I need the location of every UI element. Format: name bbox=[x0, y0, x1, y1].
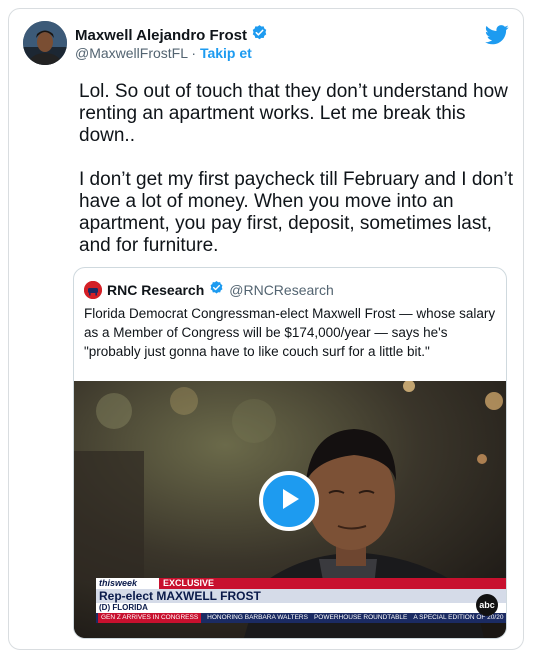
quote-author-avatar[interactable] bbox=[84, 281, 102, 299]
news-ticker: GEN Z ARRIVES IN CONGRESS HONORING BARBA… bbox=[96, 613, 506, 623]
verified-badge-icon bbox=[251, 24, 268, 46]
ticker-item: POWERHOUSE ROUNDTABLE bbox=[313, 614, 408, 621]
lower-third-subline: (D) FLORIDA bbox=[96, 603, 506, 613]
tweet-paragraph-1: Lol. So out of touch that they don’t und… bbox=[79, 81, 508, 146]
author-avatar[interactable] bbox=[23, 21, 67, 65]
video-player[interactable]: thisweek EXCLUSIVE Rep-elect MAXWELL FRO… bbox=[74, 381, 506, 638]
handle-separator: · bbox=[187, 45, 200, 61]
quoted-tweet[interactable]: RNC Research @RNCResearch Florida Democr… bbox=[73, 267, 507, 639]
ticker-item: HONORING BARBARA WALTERS bbox=[207, 614, 308, 621]
quote-text: Florida Democrat Congressman-elect Maxwe… bbox=[84, 306, 496, 359]
lower-third-headline: Rep-elect MAXWELL FROST bbox=[96, 589, 506, 603]
play-button[interactable] bbox=[259, 471, 319, 531]
play-icon bbox=[276, 486, 302, 517]
quote-author-name[interactable]: RNC Research bbox=[107, 282, 204, 298]
network-logo: abc bbox=[476, 594, 498, 616]
quote-author-handle[interactable]: @RNCResearch bbox=[229, 282, 333, 298]
ticker-item: GEN Z ARRIVES IN CONGRESS bbox=[98, 613, 202, 623]
tweet-text: Lol. So out of touch that they don’t und… bbox=[79, 81, 519, 257]
verified-badge-icon bbox=[209, 280, 224, 300]
show-name: thisweek bbox=[96, 578, 159, 589]
twitter-bird-icon[interactable] bbox=[485, 25, 509, 50]
author-handle[interactable]: @MaxwellFrostFL bbox=[75, 45, 188, 61]
news-lower-third: thisweek EXCLUSIVE Rep-elect MAXWELL FRO… bbox=[96, 578, 506, 638]
tweet-paragraph-2: I don’t get my first paycheck till Febru… bbox=[79, 169, 514, 256]
follow-button[interactable]: Takip et bbox=[200, 45, 252, 61]
exclusive-tag: EXCLUSIVE bbox=[159, 578, 506, 589]
author-name[interactable]: Maxwell Alejandro Frost bbox=[75, 27, 247, 44]
